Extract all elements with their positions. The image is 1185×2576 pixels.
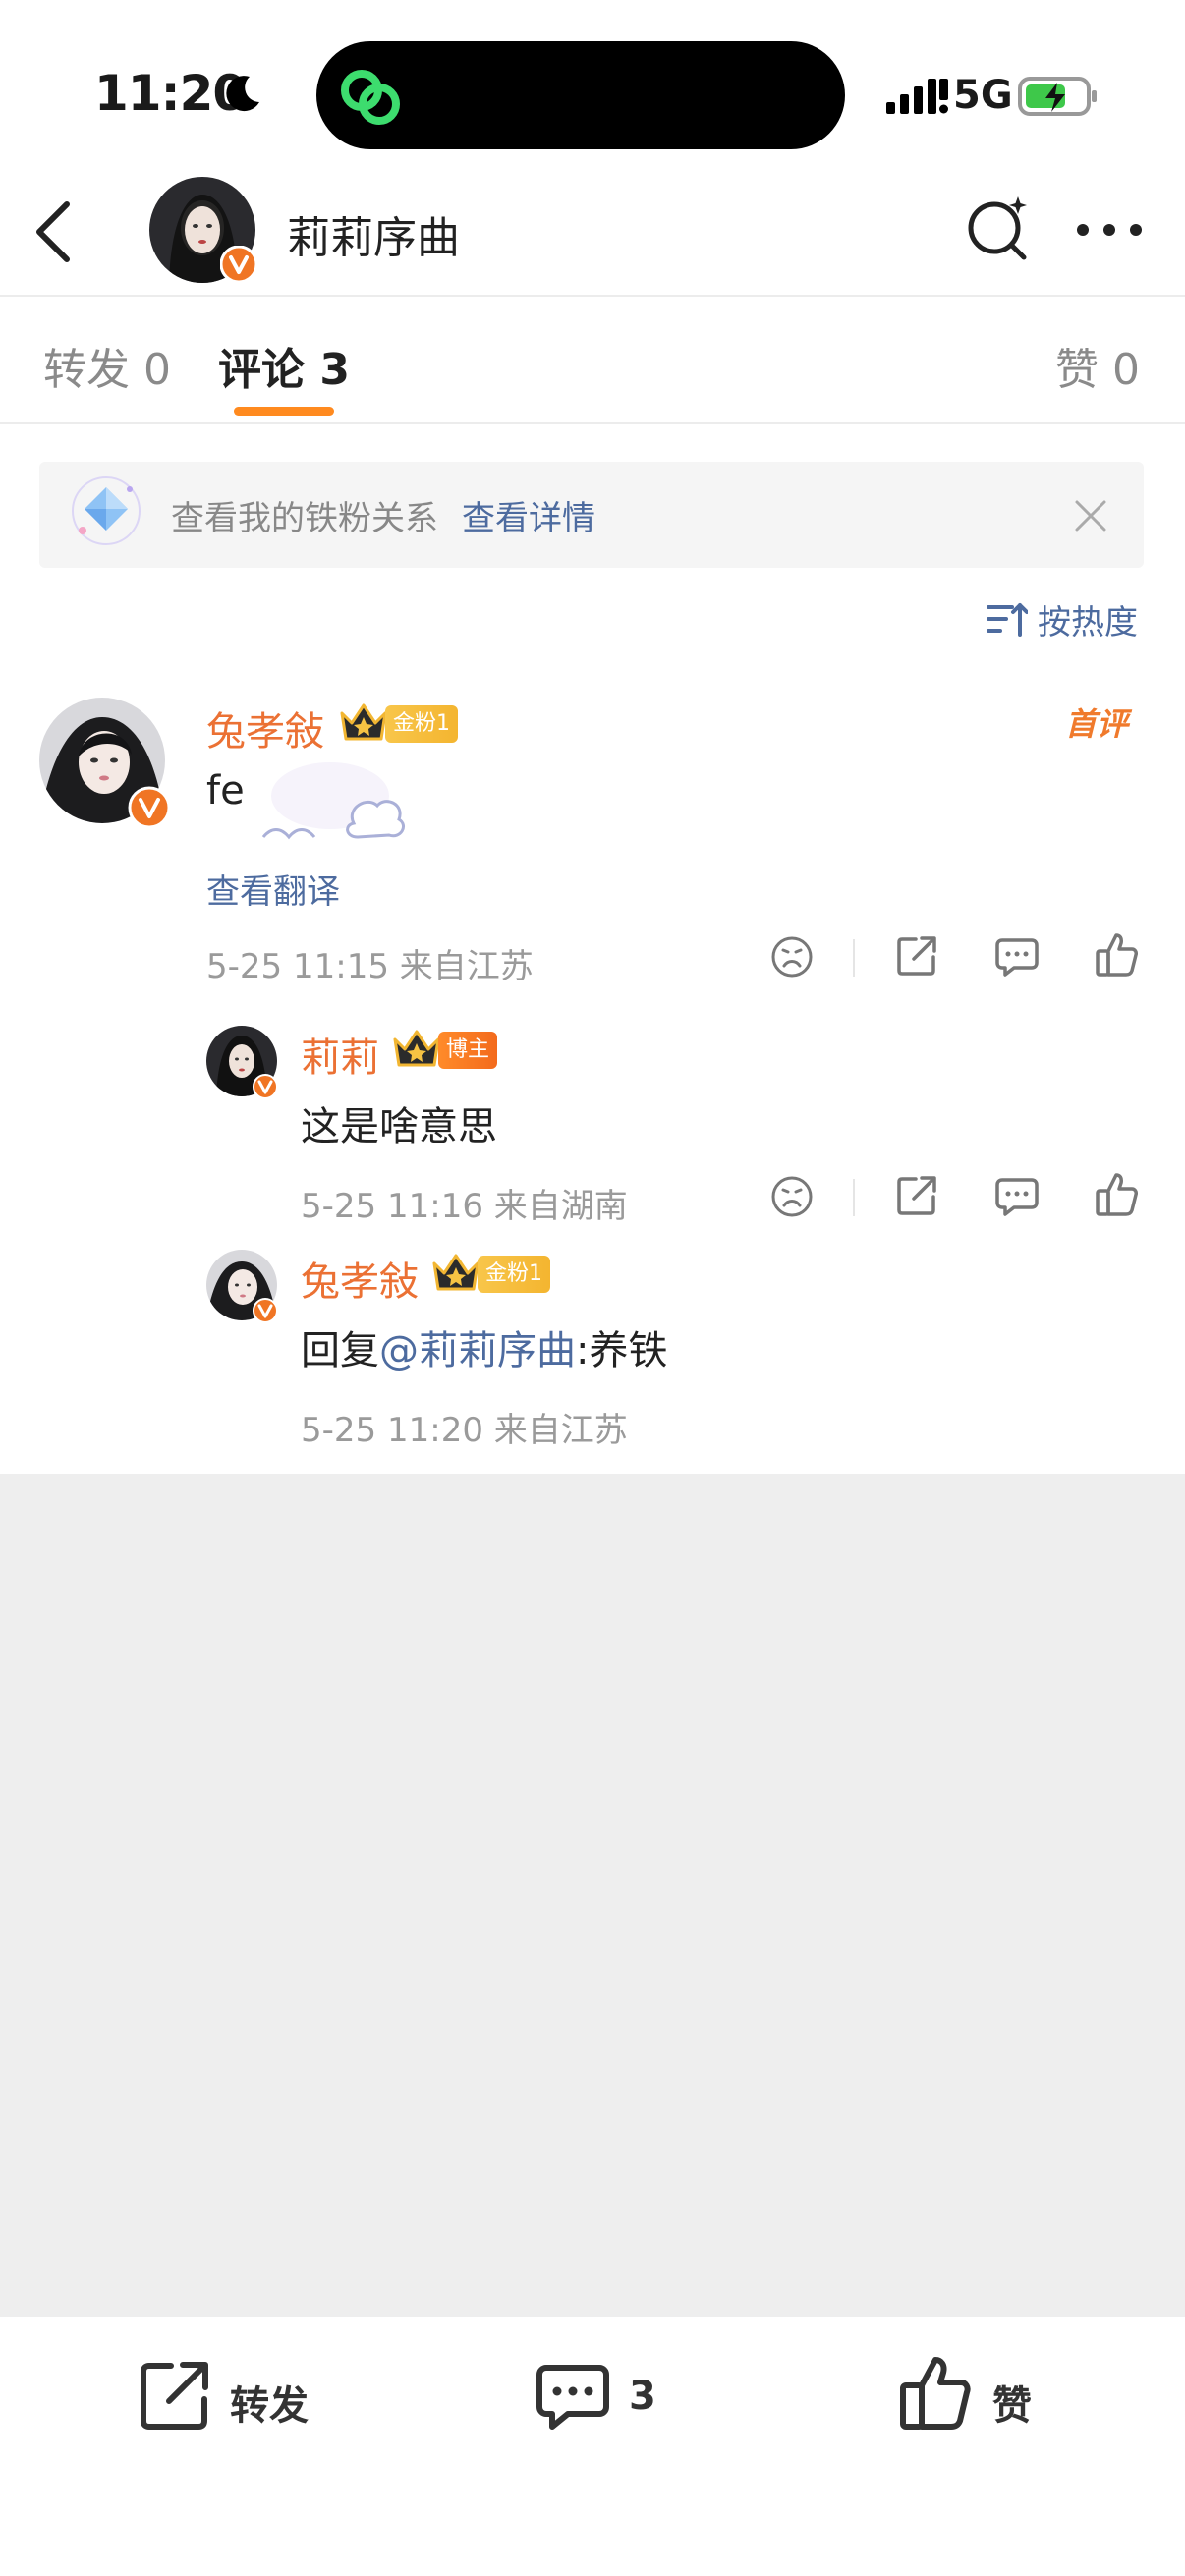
reply-content: 回复@莉莉序曲:养铁 (301, 1318, 667, 1375)
divider (0, 295, 1185, 297)
reply-meta: 5-25 11:16 来自湖南 (301, 1187, 628, 1226)
app-logo-icon (334, 63, 409, 136)
tab-active-indicator (234, 407, 334, 416)
reply-prefix: 回复 (301, 1328, 379, 1373)
verified-badge-icon (252, 1297, 279, 1328)
comment-icon (995, 1178, 1039, 1216)
reply-author-name[interactable]: 兔孝敍 (301, 1250, 419, 1307)
close-icon (1075, 500, 1106, 532)
moon-icon (222, 73, 263, 118)
divider (0, 422, 1185, 424)
fan-badge: 金粉1 (478, 1256, 550, 1293)
crown-icon (430, 1250, 481, 1297)
comment-meta: 5-25 11:15 来自江苏 (206, 947, 534, 986)
sad-face-icon (771, 936, 813, 978)
repost-button[interactable]: 转发 (230, 2374, 309, 2431)
chevron-left-icon (36, 201, 70, 262)
signal-icon (886, 77, 949, 120)
comment-icon[interactable] (535, 2362, 611, 2438)
banner-text: 查看我的铁粉关系 (171, 499, 438, 538)
more-button[interactable] (1075, 218, 1144, 246)
dislike-button[interactable] (770, 935, 814, 982)
share-button[interactable] (894, 1173, 939, 1222)
search-button[interactable] (963, 193, 1034, 267)
thumbs-up-icon (1096, 933, 1138, 977)
separator (853, 939, 855, 977)
comment-icon (995, 938, 1039, 977)
first-comment-badge: 首评 (1065, 705, 1129, 743)
diamond-icon (69, 474, 143, 552)
like-button[interactable] (1095, 1171, 1140, 1222)
reply-author-name[interactable]: 莉莉 (301, 1026, 379, 1083)
separator (853, 1179, 855, 1216)
verified-badge-icon (219, 245, 258, 287)
reply-button[interactable] (994, 1175, 1040, 1222)
reply-content: 这是啥意思 (301, 1104, 497, 1149)
dislike-button[interactable] (770, 1175, 814, 1222)
sort-by-hot[interactable]: 按热度 (1038, 595, 1138, 644)
share-button[interactable] (894, 933, 939, 982)
bottom-action-bar (0, 2317, 1185, 2576)
reply-text: :养铁 (576, 1328, 668, 1373)
like-button[interactable] (1095, 931, 1140, 982)
battery-icon (1018, 75, 1099, 122)
tab-likes[interactable]: 赞 0 (1055, 334, 1140, 397)
translate-link[interactable]: 查看翻译 (206, 865, 340, 913)
back-button[interactable] (29, 196, 79, 265)
thumbs-up-icon[interactable] (898, 2354, 973, 2436)
more-icon (1077, 224, 1142, 236)
fan-badge: 金粉1 (385, 705, 458, 743)
verified-badge-icon (128, 786, 171, 833)
thumbs-up-icon (1096, 1173, 1138, 1216)
comment-count[interactable]: 3 (629, 2374, 656, 2419)
search-icon (968, 196, 1027, 260)
tab-repost[interactable]: 转发 0 (43, 334, 171, 397)
mention-link[interactable]: @莉莉序曲 (379, 1328, 576, 1373)
reply-meta: 5-25 11:20 来自江苏 (301, 1411, 628, 1450)
like-button[interactable]: 赞 (992, 2374, 1032, 2431)
crown-icon (338, 700, 389, 747)
verified-badge-icon (252, 1073, 279, 1104)
repost-icon[interactable] (138, 2360, 212, 2436)
reply-button[interactable] (994, 935, 1040, 982)
sort-icon[interactable] (987, 599, 1029, 644)
share-icon (897, 1176, 936, 1215)
page: 11:20 5G 莉莉序曲 转发 0 评论 3 赞 0 查看我的铁粉关系 查看详… (0, 0, 1185, 2576)
share-icon (897, 936, 936, 976)
close-button[interactable] (1071, 496, 1110, 539)
cloud-sticker-icon (252, 747, 419, 859)
sad-face-icon (771, 1176, 813, 1217)
host-badge: 博主 (438, 1032, 498, 1069)
network-type: 5G (953, 73, 1013, 118)
account-name[interactable]: 莉莉序曲 (287, 202, 460, 265)
crown-icon (391, 1026, 442, 1073)
empty-area (0, 1474, 1185, 2317)
comment-content: fe (206, 768, 245, 813)
tab-comments[interactable]: 评论 3 (218, 334, 350, 397)
banner-details-link[interactable]: 查看详情 (462, 491, 595, 539)
